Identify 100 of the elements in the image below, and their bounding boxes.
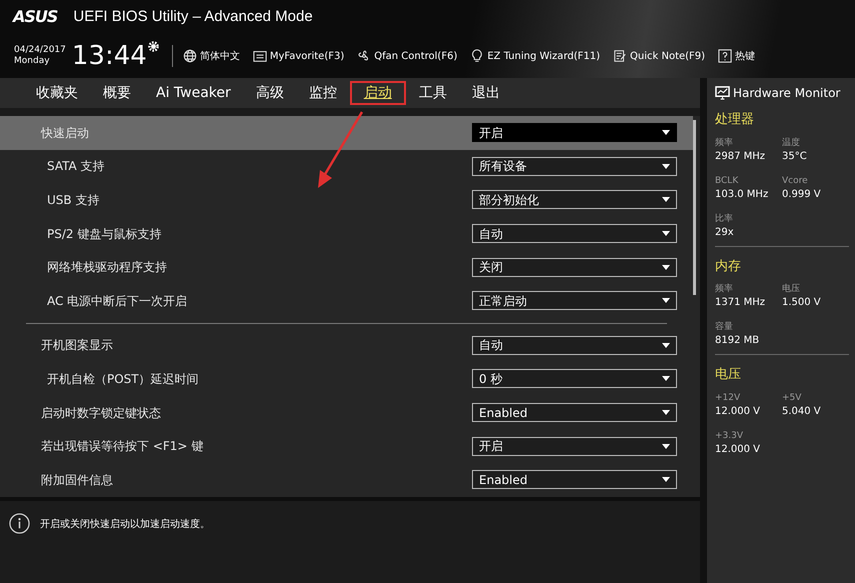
dropdown-value: 开启	[479, 124, 503, 142]
reading-value: 29x	[715, 226, 735, 240]
reading-value: 1371 MHz	[715, 296, 766, 310]
dropdown-value: 开启	[479, 438, 503, 456]
note-icon	[613, 49, 628, 63]
caret-icon	[662, 444, 670, 449]
reading-value: 1.500 V	[782, 296, 822, 310]
dropdown[interactable]: 自动	[472, 336, 677, 355]
setting-label: 开机自检（POST）延迟时间	[46, 370, 200, 388]
caret-icon	[662, 342, 670, 348]
panel-title: Hardware Monitor	[733, 85, 840, 102]
caret-icon	[662, 197, 670, 202]
reading-label: +12V	[715, 392, 742, 404]
reading-value: 35°C	[782, 150, 808, 164]
setting-row[interactable]: 启动时数字锁定键状态 Enabled	[0, 396, 693, 430]
dropdown[interactable]: 0 秒	[472, 369, 677, 388]
dropdown[interactable]: 关闭	[472, 258, 677, 277]
section-title: 处理器	[715, 111, 755, 129]
setting-row[interactable]: USB 支持 部分初始化	[0, 183, 693, 217]
setting-label: 快速启动	[40, 124, 90, 142]
toolbar-button[interactable]: 简体中文	[182, 48, 240, 64]
setting-row[interactable]: AC 电源中断后下一次开启 正常启动	[0, 284, 693, 318]
tab[interactable]: 收藏夹	[24, 81, 90, 105]
dropdown[interactable]: 所有设备	[472, 156, 677, 176]
setting-label: 若出现错误等待按下 <F1> 键	[40, 438, 204, 456]
setting-label: 启动时数字锁定键状态	[40, 404, 162, 422]
dropdown-value: 关闭	[479, 259, 503, 276]
dropdown-value: Enabled	[479, 472, 528, 489]
dropdown[interactable]: 正常启动	[472, 291, 677, 310]
dropdown[interactable]: 开启	[472, 436, 677, 456]
dropdown[interactable]: 部分初始化	[472, 190, 677, 210]
tab[interactable]: Ai Tweaker	[144, 81, 243, 105]
setting-label: 网络堆栈驱动程序支持	[46, 259, 168, 276]
reading-value: 0.999 V	[782, 188, 822, 202]
setting-label: 附加固件信息	[40, 472, 114, 489]
setting-label: SATA 支持	[46, 158, 106, 176]
setting-row[interactable]: PS/2 键盘与鼠标支持 自动	[0, 216, 693, 250]
tab[interactable]: 高级	[244, 81, 296, 105]
date: 04/24/2017	[14, 45, 66, 56]
globe-icon	[182, 49, 197, 63]
dropdown[interactable]: Enabled	[472, 403, 677, 422]
caret-icon	[662, 231, 670, 236]
info-icon	[9, 513, 30, 534]
setting-row[interactable]: 开机图案显示 自动	[0, 328, 693, 362]
reading-value: 103.0 MHz	[715, 188, 770, 202]
setting-label: USB 支持	[46, 192, 100, 209]
reading-label: Vcore	[782, 174, 809, 188]
reading-label: 比率	[715, 212, 734, 226]
setting-row[interactable]: 网络堆栈驱动程序支持 关闭	[0, 250, 693, 284]
dropdown-value: Enabled	[479, 404, 528, 422]
reading-label: +5V	[782, 392, 802, 404]
tab[interactable]: 工具	[406, 81, 459, 105]
reading-label: 频率	[715, 282, 734, 296]
setting-row[interactable]: 快速启动 开启	[0, 116, 693, 150]
caret-icon	[662, 477, 670, 482]
setting-row[interactable]: 附加固件信息 Enabled	[0, 462, 693, 497]
logo: ASUS	[13, 6, 58, 28]
setting-label: 开机图案显示	[40, 337, 114, 354]
lightbulb-icon	[470, 49, 484, 63]
reading-value: 2987 MHz	[715, 150, 766, 164]
reading-value: 5.040 V	[782, 404, 822, 418]
reading-label: 温度	[782, 136, 801, 150]
setting-row[interactable]: SATA 支持 所有设备	[0, 150, 693, 184]
dropdown[interactable]: Enabled	[472, 470, 677, 490]
setting-label: PS/2 键盘与鼠标支持	[46, 226, 162, 243]
caret-icon	[662, 376, 670, 382]
toolbar-button[interactable]: Quick Note(F9)	[613, 48, 706, 64]
folder-icon	[252, 49, 267, 63]
settings-icon[interactable]	[146, 40, 160, 53]
reading-label: 容量	[715, 320, 734, 334]
toolbar-button[interactable]: EZ Tuning Wizard(F11)	[470, 48, 600, 64]
toolbar-button[interactable]: 热键	[718, 48, 756, 64]
caret-icon	[662, 130, 670, 136]
toolbar-button[interactable]: MyFavorite(F3)	[252, 48, 344, 64]
dropdown-value: 0 秒	[479, 370, 502, 388]
reading-value: 12.000 V	[715, 442, 762, 456]
toolbar-button[interactable]: Qfan Control(F6)	[357, 48, 458, 64]
help-text: 开启或关闭快速启动以加速启动速度。	[40, 518, 210, 532]
reading-label: 频率	[715, 136, 734, 150]
setting-row[interactable]: 开机自检（POST）延迟时间 0 秒	[0, 362, 693, 396]
tab[interactable]: 启动	[350, 81, 406, 105]
reading-label: BCLK	[715, 174, 740, 188]
tab[interactable]: 退出	[460, 81, 512, 105]
setting-row[interactable]: 若出现错误等待按下 <F1> 键 开启	[0, 429, 693, 463]
reading-value: 8192 MB	[715, 334, 760, 348]
section-title: 内存	[715, 258, 742, 276]
weekday: Monday	[14, 56, 51, 67]
clock: 13:44	[72, 43, 147, 69]
section-title: 电压	[715, 366, 742, 384]
caret-icon	[662, 164, 670, 169]
dropdown[interactable]: 自动	[472, 224, 677, 244]
help-icon	[718, 49, 732, 63]
dropdown[interactable]: 开启	[472, 123, 677, 142]
tab[interactable]: 概要	[91, 81, 143, 105]
reading-label: +3.3V	[715, 430, 744, 442]
tab[interactable]: 监控	[296, 81, 349, 105]
reading-label: 电压	[782, 282, 801, 296]
dropdown-value: 自动	[479, 337, 503, 354]
monitor-icon	[715, 86, 730, 100]
scrollbar[interactable]	[693, 120, 696, 295]
